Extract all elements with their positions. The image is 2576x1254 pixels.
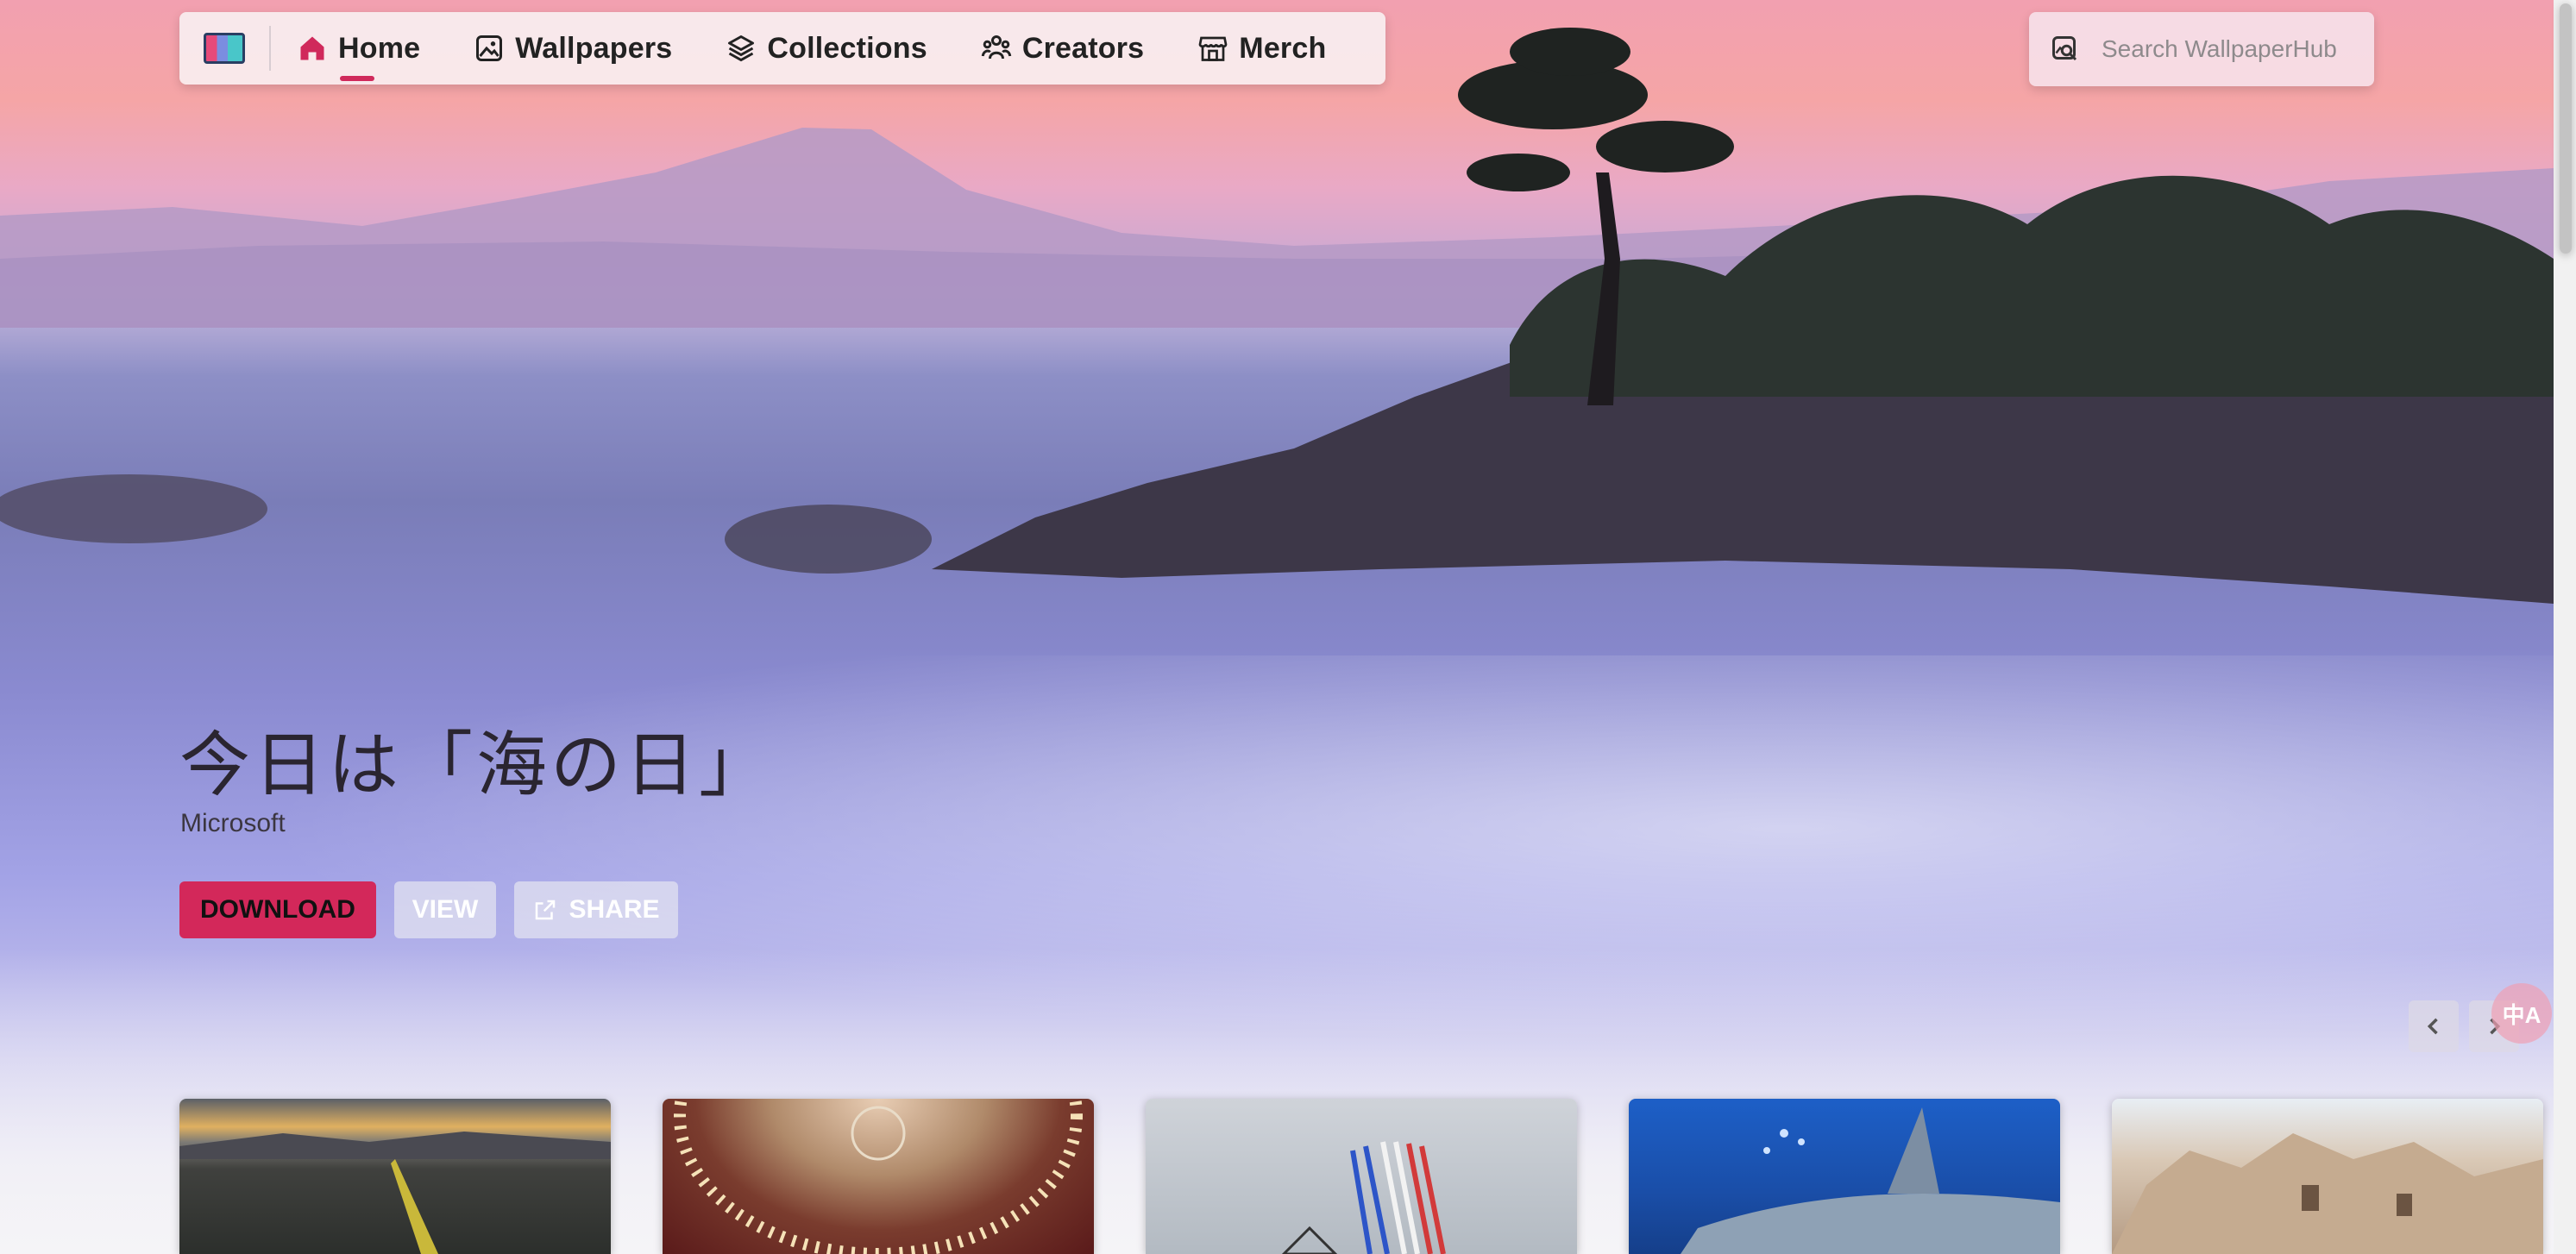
download-label: DOWNLOAD bbox=[200, 895, 355, 924]
image-search-icon bbox=[2052, 36, 2077, 61]
share-label: SHARE bbox=[569, 895, 660, 924]
nav-item-home[interactable]: Home bbox=[297, 12, 420, 85]
thumbnail-cappadocia-rocks[interactable] bbox=[2112, 1099, 2543, 1254]
nav-item-merch[interactable]: Merch bbox=[1197, 12, 1326, 85]
layers-icon bbox=[728, 35, 755, 62]
nav-item-creators[interactable]: Creators bbox=[981, 12, 1144, 85]
thumbnail-shark-underwater[interactable] bbox=[1629, 1099, 2060, 1254]
page-scrollbar[interactable] bbox=[2554, 0, 2576, 1254]
hero-background bbox=[0, 0, 2554, 1254]
nav-label-home: Home bbox=[338, 31, 421, 65]
store-icon bbox=[1198, 36, 1228, 61]
carousel-prev-button[interactable] bbox=[2409, 1000, 2459, 1052]
main-nav: Home Wallpapers Collections Creators Mer… bbox=[179, 12, 1385, 85]
thumbnail-air-show-jets[interactable] bbox=[1146, 1099, 1577, 1254]
hero-title: 今日は「海の日」 bbox=[179, 724, 774, 806]
scrollbar-thumb[interactable] bbox=[2560, 3, 2572, 254]
thumbnail-vineyard-sunset[interactable] bbox=[179, 1099, 611, 1254]
search-input[interactable] bbox=[2100, 34, 2371, 64]
nav-label-merch: Merch bbox=[1239, 31, 1327, 65]
share-icon bbox=[536, 900, 556, 920]
nav-label-wallpapers: Wallpapers bbox=[515, 31, 673, 65]
image-icon bbox=[476, 35, 503, 61]
people-icon bbox=[981, 35, 1012, 60]
share-button[interactable]: SHARE bbox=[514, 881, 678, 938]
thumbnail-opera-house-ceiling[interactable] bbox=[663, 1099, 1094, 1254]
chevron-left-icon bbox=[2427, 1018, 2438, 1035]
active-indicator bbox=[340, 76, 374, 81]
nav-label-collections: Collections bbox=[767, 31, 927, 65]
view-label: VIEW bbox=[412, 895, 479, 924]
download-button[interactable]: DOWNLOAD bbox=[179, 881, 376, 938]
nav-item-wallpapers[interactable]: Wallpapers bbox=[474, 12, 672, 85]
nav-divider bbox=[269, 26, 271, 71]
hero-author[interactable]: Microsoft bbox=[180, 809, 286, 838]
view-button[interactable]: VIEW bbox=[394, 881, 496, 938]
search-box[interactable] bbox=[2029, 12, 2374, 86]
home-icon bbox=[300, 36, 324, 60]
hero-landscape bbox=[0, 28, 2554, 604]
nav-item-collections[interactable]: Collections bbox=[726, 12, 927, 85]
translate-icon[interactable]: 中A bbox=[2491, 983, 2552, 1044]
wallpaperhub-logo[interactable] bbox=[204, 33, 245, 64]
nav-label-creators: Creators bbox=[1021, 31, 1145, 65]
